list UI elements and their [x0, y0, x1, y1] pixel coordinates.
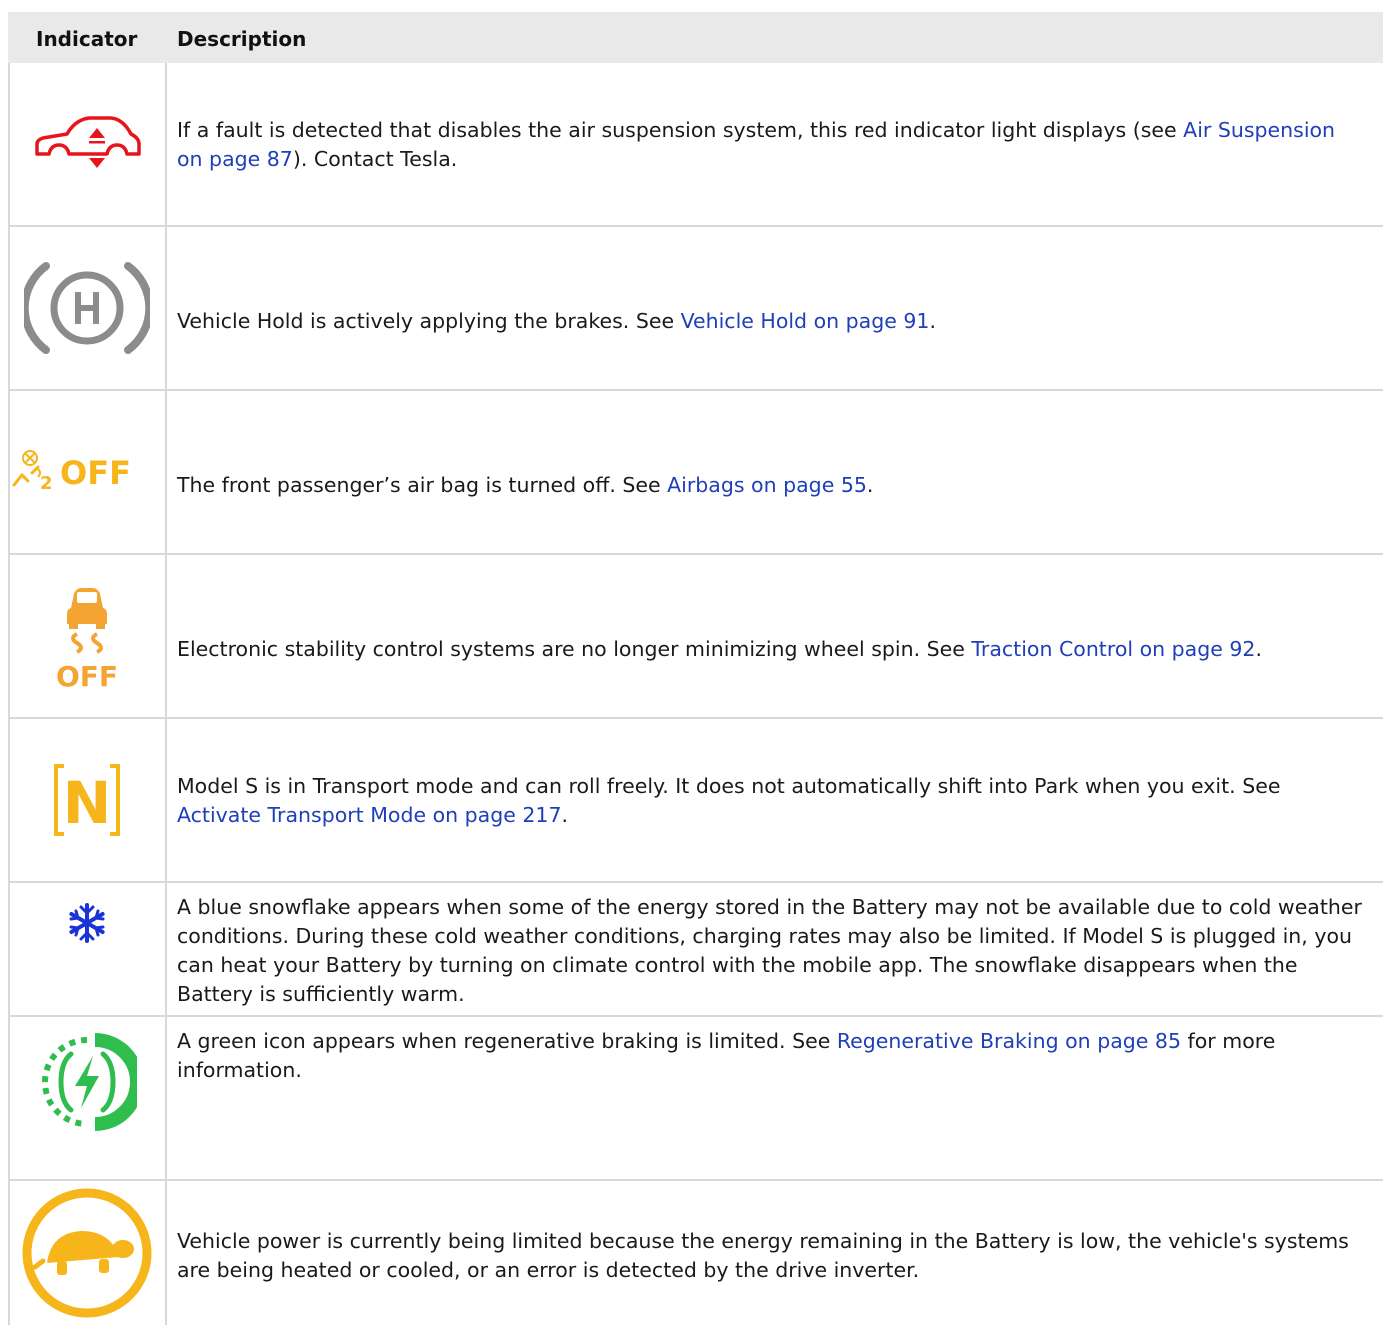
- table-header: Indicator Description: [8, 12, 1383, 63]
- table-row: N Model S is in Transport mode and can r…: [8, 719, 1383, 883]
- air-suspension-fault-icon: [8, 63, 165, 225]
- traction-control-off-icon: OFF: [8, 555, 165, 717]
- row-description: If a fault is detected that disables the…: [177, 118, 1336, 171]
- header-indicator: Indicator: [36, 27, 138, 51]
- traction-off-label: OFF: [57, 660, 117, 693]
- row-description: A blue snowflake appears when some of th…: [177, 895, 1362, 1006]
- row-description: Model S is in Transport mode and can rol…: [177, 774, 1281, 827]
- link-transport-mode[interactable]: Activate Transport Mode on page 217: [177, 803, 562, 827]
- row-description: Electronic stability control systems are…: [177, 637, 1262, 661]
- row-description: Vehicle power is currently being limited…: [177, 1229, 1349, 1282]
- snowflake-icon: [8, 893, 165, 953]
- table-row: A blue snowflake appears when some of th…: [8, 883, 1383, 1017]
- link-vehicle-hold[interactable]: Vehicle Hold on page 91: [681, 309, 930, 333]
- table-row: Vehicle power is currently being limited…: [8, 1181, 1383, 1325]
- table-row: 2 OFF The front passenger’s air bag is t…: [8, 391, 1383, 555]
- power-limited-turtle-icon: [8, 1181, 165, 1325]
- table-row: If a fault is detected that disables the…: [8, 63, 1383, 227]
- link-traction-control[interactable]: Traction Control on page 92: [971, 637, 1255, 661]
- row-description: A green icon appears when regenerative b…: [177, 1029, 1276, 1082]
- link-regenerative-braking[interactable]: Regenerative Braking on page 85: [837, 1029, 1181, 1053]
- table-row: OFF Electronic stability control systems…: [8, 555, 1383, 719]
- table-row: A green icon appears when regenerative b…: [8, 1017, 1383, 1181]
- transport-mode-label: N: [62, 769, 111, 837]
- airbag-off-label: OFF: [60, 454, 131, 492]
- row-description: Vehicle Hold is actively applying the br…: [177, 309, 936, 333]
- table-row: Vehicle Hold is actively applying the br…: [8, 227, 1383, 391]
- svg-text:2: 2: [40, 473, 53, 494]
- passenger-airbag-off-icon: 2 OFF: [8, 391, 165, 553]
- regen-braking-limited-icon: [8, 1017, 165, 1147]
- row-description: The front passenger’s air bag is turned …: [177, 473, 874, 497]
- header-description: Description: [177, 27, 307, 51]
- vehicle-hold-icon: [8, 227, 165, 389]
- transport-mode-icon: N: [8, 719, 165, 881]
- link-airbags[interactable]: Airbags on page 55: [667, 473, 867, 497]
